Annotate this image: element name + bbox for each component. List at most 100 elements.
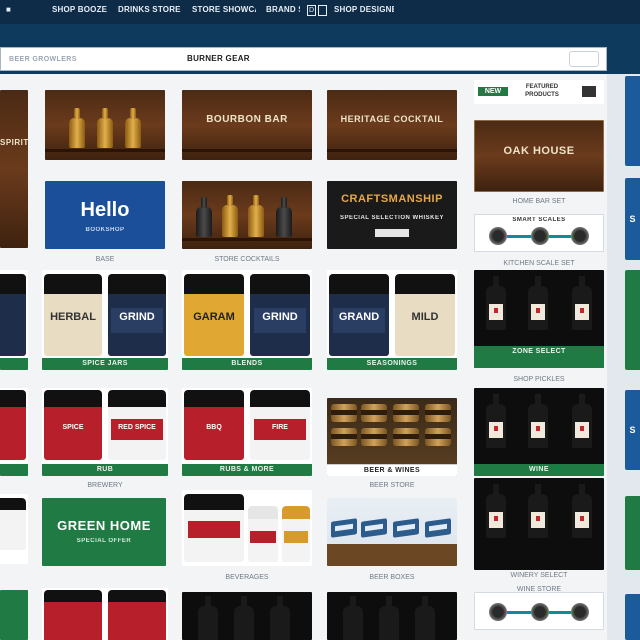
search-input[interactable]: BEER GROWLERS (9, 56, 77, 63)
jar-image (44, 590, 102, 640)
cans-tile[interactable]: BEER & WINES (327, 398, 457, 476)
nav-item-brand-shops[interactable]: BRAND SHOPS (266, 5, 300, 17)
shelf (45, 149, 165, 152)
device-image (531, 227, 549, 245)
jar-label: GRIND (253, 308, 307, 334)
featured-icon[interactable] (582, 86, 596, 97)
jar-image: GRIND (108, 274, 166, 356)
green-card-tile[interactable]: GREEN HOME SPECIAL OFFER (42, 498, 166, 566)
spice-jars-tile[interactable]: HERBAL GRIND SPICE JARS (42, 270, 168, 370)
partial-bottles-tile-b[interactable] (327, 592, 457, 640)
bottle-image (196, 197, 212, 237)
partial-green-tile[interactable] (0, 590, 28, 640)
partial-bottles-tile[interactable] (182, 592, 312, 640)
hello-card-title: Hello (80, 199, 130, 221)
blends-tile[interactable]: GARAM GRIND BLENDS (182, 270, 312, 370)
jar-tile-left[interactable] (0, 270, 28, 370)
devices-tile[interactable]: SMART SCALES (474, 214, 604, 252)
wine-tile-a[interactable]: ZONE SELECT (474, 270, 604, 368)
wine-bottle-image (198, 596, 218, 640)
search-band: BEER GROWLERS BURNER GEAR (0, 24, 640, 74)
jar-label: GRIND (111, 308, 163, 334)
can-image (361, 428, 387, 446)
rub-tile[interactable]: SPICE RED SPICE RUB (42, 388, 168, 476)
rubs-tile[interactable]: BBQ FIRE RUBS & MORE (182, 388, 312, 476)
nav-badge[interactable]: D (307, 5, 316, 16)
wine-bottle-image (270, 596, 290, 640)
jar-image (184, 494, 244, 562)
mixed-jars-tile[interactable] (182, 490, 312, 566)
red-jar-tile-left[interactable] (0, 388, 28, 476)
bourbon-bar-title: BOURBON BAR (206, 114, 288, 125)
jar-label: FIRE (253, 419, 307, 441)
wine-bottle-image (486, 276, 506, 330)
search-submit-icon[interactable] (569, 51, 599, 67)
bottle-image (69, 108, 85, 148)
nav-menu-icon[interactable]: ■ (6, 5, 22, 17)
nav-badge-icon[interactable] (318, 5, 327, 16)
jar-image: FIRE (250, 390, 310, 460)
bourbon-bar-tile[interactable] (45, 90, 165, 160)
wine-bottle-image (415, 596, 435, 640)
boxes-tile[interactable] (327, 498, 457, 566)
nav-item-drinks-store[interactable]: DRINKS STORE (118, 5, 182, 17)
oak-shelf-title: OAK HOUSE (503, 145, 575, 157)
device-image (489, 603, 507, 621)
wine-bottle-image (379, 596, 399, 640)
can-image (331, 428, 357, 446)
caption-row2-right: SHOP PICKLES (513, 376, 565, 383)
nav-item-shop-booze[interactable]: SHOP BOOZE (52, 5, 108, 17)
box-image (361, 518, 387, 538)
top-nav-bar: ■ SHOP BOOZE DRINKS STORE STORE SHOWCASE… (0, 0, 640, 24)
jar-label: HERBAL (50, 311, 96, 324)
heritage-title: HERITAGE COCKTAIL (340, 114, 444, 124)
caption-row3-mid: BREWERY (87, 482, 123, 489)
devices-tile-b[interactable] (474, 592, 604, 630)
hello-card-tile[interactable]: Hello BOOKSHOP (45, 181, 165, 249)
caption-row3-right: BEER STORE (369, 482, 415, 489)
seasonings-tile[interactable]: GRAND MILD SEASONINGS (327, 270, 457, 370)
wine-tile-b[interactable]: WINE (474, 388, 604, 476)
device-image (571, 227, 589, 245)
heritage-tile[interactable]: HERITAGE COCKTAIL (327, 90, 457, 160)
rail-card-e[interactable] (625, 496, 640, 570)
oak-shelf-tile[interactable]: OAK HOUSE (474, 120, 604, 192)
rail-card-f[interactable] (625, 594, 640, 640)
search-button[interactable]: BURNER GEAR (187, 54, 250, 63)
caption-row1-mid: BASE (95, 256, 115, 263)
jar-image (282, 506, 310, 562)
link-line (549, 235, 571, 238)
nav-item-store-showcase[interactable]: STORE SHOWCASE (192, 5, 256, 17)
bottle-image (248, 195, 264, 237)
jar-image: HERBAL (44, 274, 102, 356)
jar-tile-left-bar (0, 358, 28, 370)
rail-card-a[interactable] (625, 76, 640, 166)
hello-card-subtitle: BOOKSHOP (85, 227, 125, 233)
craftsmanship-tile[interactable]: CRAFTSMANSHIP SPECIAL SELECTION WHISKEY (327, 181, 457, 249)
small-jar-tile-left[interactable] (0, 494, 28, 564)
craftsmanship-button[interactable] (375, 229, 409, 237)
link-line (507, 235, 531, 238)
bottle-image (97, 108, 113, 148)
bottle-image (125, 108, 141, 148)
partial-jar-tile[interactable] (42, 588, 168, 640)
caption-wine-right: WINERY SELECT (510, 572, 568, 579)
whiskey-left-tile[interactable]: SPIRIT LIQ (0, 90, 28, 248)
search-bar[interactable]: BEER GROWLERS BURNER GEAR (0, 47, 607, 71)
featured-text: FEATURED PRODUCTS (525, 84, 559, 98)
jar-image (0, 390, 26, 460)
wine-tile-a-bar: ZONE SELECT (474, 346, 604, 368)
caption-devices: KITCHEN SCALE SET (503, 260, 575, 267)
rail-card-b[interactable]: S (625, 178, 640, 260)
shelf (327, 149, 457, 152)
nav-item-shop-designers[interactable]: SHOP DESIGNERS (334, 5, 394, 17)
rail-card-d[interactable]: S (625, 390, 640, 470)
jar-image: GARAM (184, 274, 244, 356)
caption-row1-right: STORE COCKTAILS (214, 256, 280, 263)
jar-image: GRIND (250, 274, 310, 356)
bourbon-sign-tile[interactable]: BOURBON BAR (182, 90, 312, 160)
bottles-shelf-tile[interactable] (182, 181, 312, 249)
wine-tile-c[interactable] (474, 478, 604, 570)
rail-card-c[interactable] (625, 270, 640, 370)
wine-bottle-image (486, 394, 506, 448)
